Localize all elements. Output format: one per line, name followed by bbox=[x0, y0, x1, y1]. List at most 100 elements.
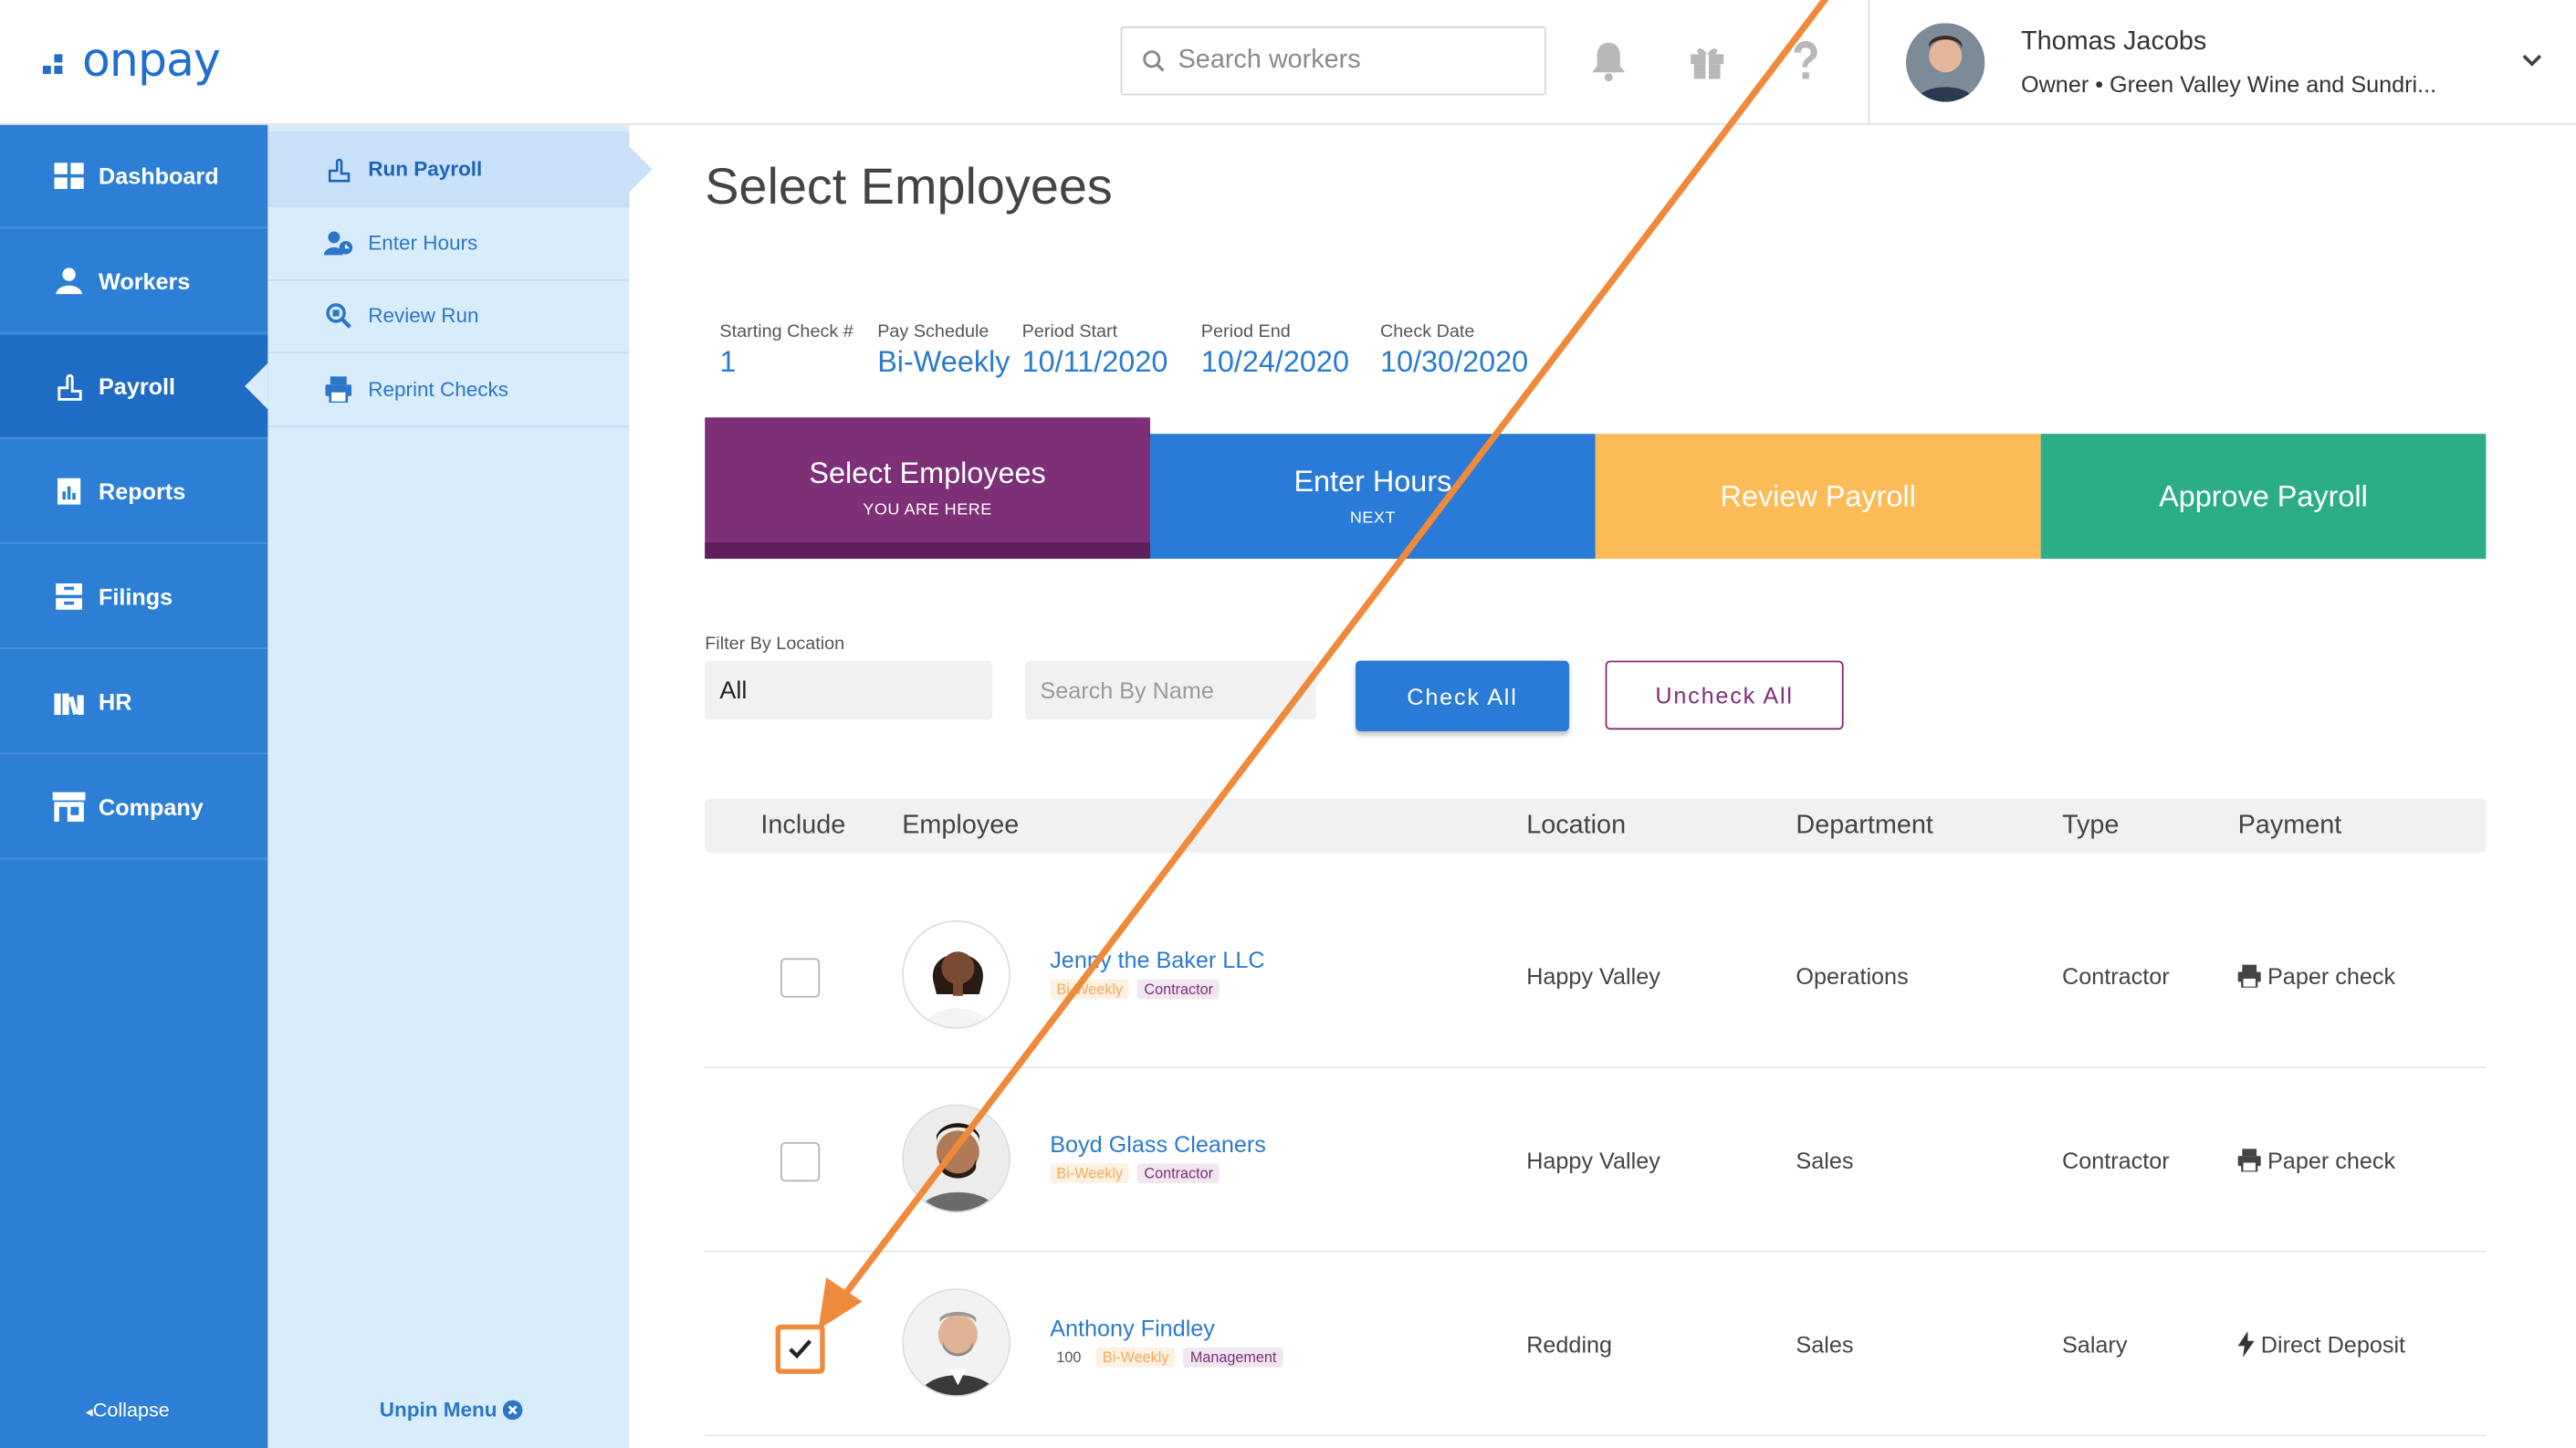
submenu-item-label: Run Payroll bbox=[368, 156, 483, 181]
search-icon bbox=[1143, 50, 1165, 72]
run-payroll-icon bbox=[324, 153, 353, 183]
sidebar-item-dashboard[interactable]: Dashboard bbox=[0, 125, 268, 229]
meta-value: 10/24/2020 bbox=[1200, 345, 1349, 378]
collapse-sidebar-button[interactable]: ◂Collapse bbox=[86, 1399, 170, 1422]
submenu-item-enter-hours[interactable]: Enter Hours bbox=[267, 207, 630, 281]
uncheck-all-button[interactable]: Uncheck All bbox=[1605, 660, 1844, 730]
employee-name-link[interactable]: Jenny the Baker LLC bbox=[1050, 947, 1264, 973]
type-cell: Contractor bbox=[2062, 962, 2170, 990]
column-header-include[interactable]: Include bbox=[760, 812, 845, 841]
checkmark-icon bbox=[789, 1339, 812, 1359]
header-divider bbox=[1868, 0, 1870, 125]
hr-icon bbox=[53, 686, 86, 719]
meta-value: Bi-Weekly bbox=[877, 345, 1011, 378]
sidebar-item-workers[interactable]: Workers bbox=[0, 230, 268, 334]
meta-starting-check: Starting Check # 1 bbox=[719, 322, 853, 380]
submenu-item-review-run[interactable]: Review Run bbox=[267, 279, 630, 353]
location-cell: Redding bbox=[1526, 1331, 1613, 1358]
column-header-employee[interactable]: Employee bbox=[902, 812, 1019, 841]
filings-icon bbox=[53, 580, 86, 613]
reports-icon bbox=[53, 475, 86, 508]
help-icon[interactable] bbox=[1787, 39, 1824, 82]
review-run-icon bbox=[324, 300, 353, 330]
sidebar-item-label: Filings bbox=[99, 583, 173, 610]
sidebar-item-company[interactable]: Company bbox=[0, 756, 268, 860]
dashboard-icon bbox=[53, 160, 86, 193]
role-tag: Management bbox=[1183, 1348, 1283, 1368]
payment-method: Direct Deposit bbox=[2260, 1331, 2406, 1358]
unpin-label: Unpin Menu bbox=[379, 1398, 497, 1422]
filter-location-label: Filter By Location bbox=[705, 634, 845, 655]
payment-method: Paper check bbox=[2267, 1147, 2396, 1174]
user-role: Owner • Green Valley Wine and Sundri... bbox=[2021, 70, 2437, 98]
unpin-menu-button[interactable]: Unpin Menu bbox=[380, 1399, 522, 1422]
meta-label: Starting Check # bbox=[719, 321, 853, 342]
meta-value: 1 bbox=[719, 345, 737, 378]
employee-name-link[interactable]: Anthony Findley bbox=[1050, 1315, 1215, 1341]
step-title: Select Employees bbox=[809, 456, 1046, 490]
main-sidebar: Dashboard Workers Payroll Reports Filing… bbox=[0, 124, 268, 1448]
step-select-employees: Select Employees YOU ARE HERE bbox=[705, 417, 1150, 559]
column-header-type[interactable]: Type bbox=[2062, 812, 2119, 841]
submenu-item-reprint-checks[interactable]: Reprint Checks bbox=[267, 353, 630, 427]
user-avatar[interactable] bbox=[1906, 23, 1985, 102]
employee-avatar bbox=[902, 920, 1011, 1029]
employee-tags: Bi-Weekly Contractor bbox=[1050, 979, 1220, 1000]
onpay-logo[interactable]: onpay bbox=[42, 33, 221, 86]
close-circle-icon bbox=[501, 1400, 522, 1421]
sidebar-item-label: Payroll bbox=[99, 372, 176, 400]
step-subtitle: YOU ARE HERE bbox=[863, 501, 992, 519]
payment-method: Paper check bbox=[2267, 962, 2396, 990]
column-header-department[interactable]: Department bbox=[1796, 812, 1932, 841]
search-workers-box[interactable] bbox=[1120, 26, 1546, 96]
meta-label: Period Start bbox=[1021, 321, 1118, 342]
search-workers-input[interactable] bbox=[1178, 46, 1507, 76]
submenu-item-run-payroll[interactable]: Run Payroll bbox=[267, 131, 653, 207]
include-checkbox[interactable] bbox=[780, 958, 821, 998]
meta-pay-schedule: Pay Schedule Bi-Weekly bbox=[877, 322, 1010, 380]
meta-label: Pay Schedule bbox=[877, 321, 990, 342]
collapse-label: Collapse bbox=[92, 1398, 170, 1422]
chevron-down-icon[interactable] bbox=[2520, 53, 2543, 69]
step-title: Approve Payroll bbox=[2159, 478, 2368, 512]
submenu-item-label: Review Run bbox=[368, 304, 479, 328]
employee-avatar bbox=[902, 1104, 1011, 1213]
step-subtitle: NEXT bbox=[1349, 509, 1396, 528]
step-enter-hours[interactable]: Enter Hours NEXT bbox=[1150, 434, 1596, 559]
logo-dots-icon bbox=[42, 54, 63, 74]
step-title: Enter Hours bbox=[1293, 465, 1452, 498]
meta-label: Check Date bbox=[1380, 321, 1475, 342]
user-name[interactable]: Thomas Jacobs bbox=[2021, 28, 2206, 58]
printer-icon bbox=[324, 374, 353, 404]
column-header-payment[interactable]: Payment bbox=[2238, 812, 2342, 841]
table-header: Include Employee Location Department Typ… bbox=[705, 798, 2487, 854]
employee-avatar bbox=[902, 1288, 1011, 1397]
employee-number: 100 bbox=[1056, 1348, 1082, 1366]
employee-name-link[interactable]: Boyd Glass Cleaners bbox=[1050, 1130, 1266, 1157]
meta-period-start: Period Start 10/11/2020 bbox=[1022, 322, 1168, 380]
workers-icon bbox=[53, 265, 86, 298]
search-by-name-box[interactable] bbox=[1025, 660, 1316, 720]
table-row: Anthony Findley 100 Bi-Weekly Management… bbox=[705, 1253, 2487, 1437]
step-review-payroll[interactable]: Review Payroll bbox=[1595, 434, 2041, 559]
payroll-icon bbox=[53, 370, 86, 403]
schedule-tag: Bi-Weekly bbox=[1095, 1348, 1176, 1368]
gift-icon[interactable] bbox=[1688, 39, 1727, 82]
include-checkbox-checked[interactable] bbox=[775, 1324, 825, 1374]
column-header-location[interactable]: Location bbox=[1526, 812, 1626, 841]
company-icon bbox=[52, 791, 86, 824]
search-by-name-input[interactable] bbox=[1040, 677, 1304, 704]
location-cell: Happy Valley bbox=[1526, 962, 1660, 990]
payment-cell: Paper check bbox=[2237, 1147, 2396, 1174]
check-all-button[interactable]: Check All bbox=[1356, 660, 1569, 731]
sidebar-item-label: HR bbox=[99, 688, 132, 715]
bell-icon[interactable] bbox=[1589, 39, 1628, 82]
include-checkbox[interactable] bbox=[780, 1142, 821, 1182]
submenu-item-label: Enter Hours bbox=[368, 231, 478, 255]
sidebar-item-payroll[interactable]: Payroll bbox=[0, 335, 268, 439]
sidebar-item-filings[interactable]: Filings bbox=[0, 546, 268, 649]
sidebar-item-hr[interactable]: HR bbox=[0, 651, 268, 755]
sidebar-item-reports[interactable]: Reports bbox=[0, 440, 268, 544]
location-filter-select[interactable]: All bbox=[705, 660, 993, 720]
step-approve-payroll[interactable]: Approve Payroll bbox=[2040, 434, 2487, 559]
